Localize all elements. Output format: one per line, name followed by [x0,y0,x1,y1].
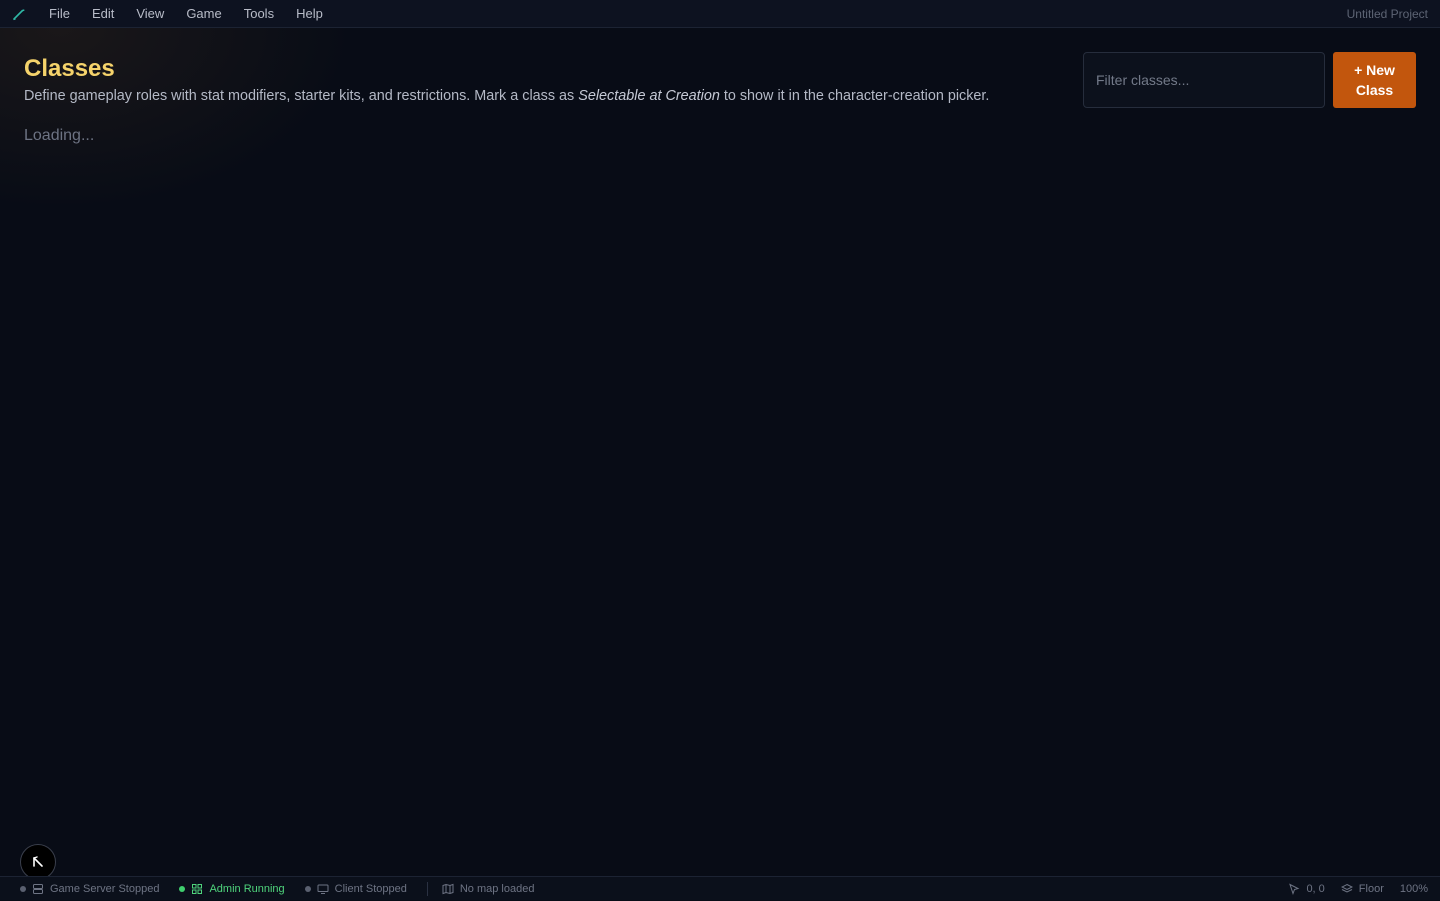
status-divider [426,881,428,896]
client-label: Client Stopped [334,882,407,895]
map-label: No map loaded [459,882,535,895]
description-emphasis: Selectable at Creation [578,88,720,104]
description-text: Define gameplay roles with stat modifier… [24,88,575,104]
grid-icon [192,883,203,894]
zoom-level[interactable]: 100% [1400,877,1428,901]
menu-file[interactable]: File [38,0,81,28]
zoom-label: 100% [1399,883,1428,895]
status-bar: Game Server Stopped Admin Running Client… [0,876,1440,900]
cursor-icon [1289,883,1300,895]
new-class-button-label: + New [1354,62,1395,78]
server-icon [33,883,43,894]
layers-icon [1340,883,1353,893]
project-title: Untitled Project [1346,7,1428,21]
game-server-status[interactable]: Game Server Stopped [20,877,159,901]
map-icon [442,883,454,894]
filter-classes-input[interactable] [1083,52,1325,108]
game-server-label: Game Server Stopped [50,882,160,895]
layer-indicator[interactable]: Floor [1340,877,1384,901]
new-class-button[interactable]: + New Class [1333,52,1416,108]
main-content: Classes Define gameplay roles with stat … [0,28,1440,876]
new-class-button-label-2: Class [1355,82,1394,98]
page-title: Classes [24,55,115,82]
map-status: No map loaded [442,877,535,901]
status-dot [179,885,186,892]
status-right-group: 0, 0 Floor 100% [1288,877,1428,901]
monitor-icon [317,884,329,894]
menu-game[interactable]: Game [175,0,232,28]
loading-text: Loading... [24,127,95,144]
layer-label: Floor [1358,883,1384,895]
page-description: Define gameplay roles with stat modifier… [24,88,989,104]
description-text-end: to show it in the character-creation pic… [723,88,990,104]
menu-edit[interactable]: Edit [81,0,125,28]
menu-tools[interactable]: Tools [233,0,285,28]
admin-status[interactable]: Admin Running [179,877,285,901]
admin-label: Admin Running [209,882,285,895]
status-dot [304,885,311,892]
cursor-coords: 0, 0 [1288,877,1325,901]
menu-help[interactable]: Help [285,0,334,28]
wand-icon [33,856,43,867]
quick-action-button[interactable] [20,844,56,880]
menu-bar: File Edit View Game Tools Help Untitled … [0,0,1440,28]
status-dot [20,885,26,892]
coords-value: 0, 0 [1306,883,1325,895]
client-status[interactable]: Client Stopped [304,877,407,901]
menu-view[interactable]: View [125,0,175,28]
pen-icon[interactable] [0,0,38,28]
